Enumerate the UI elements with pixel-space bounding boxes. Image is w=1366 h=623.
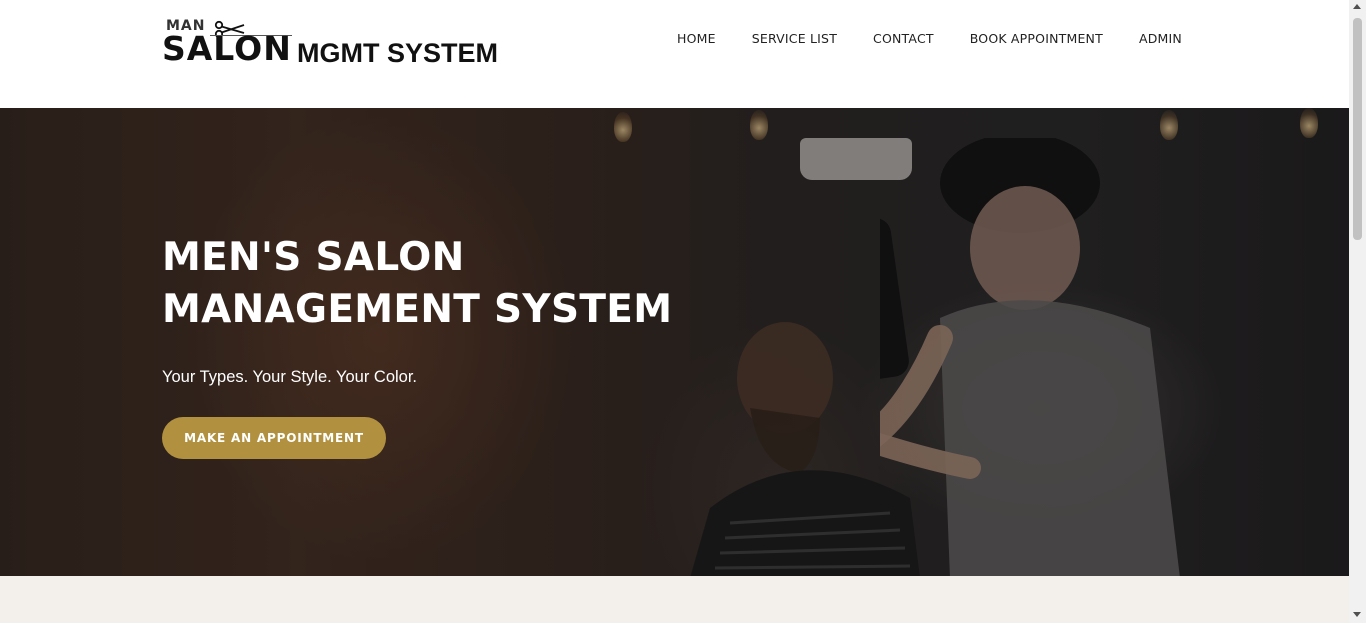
site-logo[interactable]: MAN SALON MGMT SYSTEM bbox=[162, 18, 502, 70]
hero-title: MEN'S SALON MANAGEMENT SYSTEM bbox=[162, 232, 762, 336]
nav-service-list[interactable]: SERVICE LIST bbox=[752, 31, 837, 46]
nav-admin[interactable]: ADMIN bbox=[1139, 31, 1182, 46]
make-appointment-button[interactable]: MAKE AN APPOINTMENT bbox=[162, 417, 386, 459]
main-nav: HOME SERVICE LIST CONTACT BOOK APPOINTME… bbox=[677, 31, 1218, 46]
hero-title-line2: MANAGEMENT SYSTEM bbox=[162, 287, 673, 332]
next-section bbox=[0, 576, 1349, 623]
page: MAN SALON MGMT SYSTEM HOME SERVICE LIST … bbox=[0, 0, 1366, 623]
site-header: MAN SALON MGMT SYSTEM HOME SERVICE LIST … bbox=[0, 0, 1349, 108]
logo-suffix: MGMT SYSTEM bbox=[297, 38, 498, 68]
hero-section: MEN'S SALON MANAGEMENT SYSTEM Your Types… bbox=[0, 108, 1349, 576]
scroll-down-arrow-icon[interactable] bbox=[1353, 612, 1361, 617]
scroll-up-arrow-icon[interactable] bbox=[1353, 4, 1361, 9]
nav-home[interactable]: HOME bbox=[677, 31, 716, 46]
hero-content: MEN'S SALON MANAGEMENT SYSTEM Your Types… bbox=[162, 232, 762, 459]
nav-contact[interactable]: CONTACT bbox=[873, 31, 934, 46]
page-scrollbar[interactable] bbox=[1349, 0, 1366, 623]
scroll-thumb[interactable] bbox=[1353, 18, 1362, 240]
nav-book-appointment[interactable]: BOOK APPOINTMENT bbox=[970, 31, 1103, 46]
hero-subtitle: Your Types. Your Style. Your Color. bbox=[162, 368, 418, 386]
hero-title-line1: MEN'S SALON bbox=[162, 235, 465, 280]
logo-main-word: SALON bbox=[162, 29, 292, 68]
